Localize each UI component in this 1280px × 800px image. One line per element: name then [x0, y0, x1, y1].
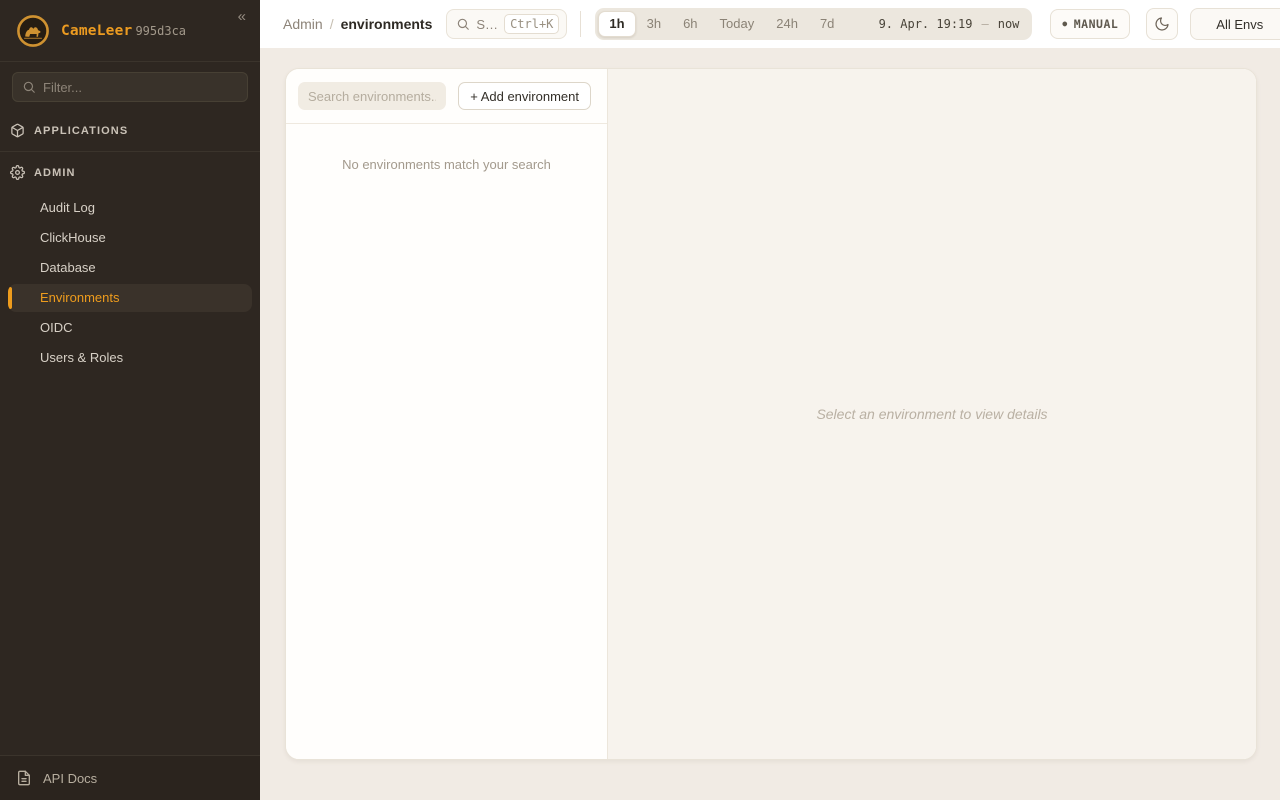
environments-card: + Add environment No environments match …	[285, 68, 1257, 760]
sidebar-item-users-roles[interactable]: Users & Roles	[8, 344, 252, 372]
sidebar-nav: APPLICATIONS ADMIN Audit Log ClickHouse …	[0, 110, 260, 380]
api-docs-link[interactable]: API Docs	[0, 755, 260, 800]
environment-detail-panel: Select an environment to view details	[608, 69, 1256, 759]
sidebar-collapse-icon[interactable]: «	[235, 6, 249, 27]
environments-list-panel: + Add environment No environments match …	[286, 69, 608, 759]
sidebar-item-environments[interactable]: Environments	[8, 284, 252, 312]
breadcrumb-parent[interactable]: Admin	[283, 16, 323, 32]
env-filter-select[interactable]: All Envs ▾	[1190, 8, 1280, 40]
main-content: + Add environment No environments match …	[260, 48, 1280, 800]
gear-icon	[10, 165, 25, 180]
search-icon	[22, 80, 36, 94]
section-header-admin[interactable]: ADMIN	[0, 152, 260, 193]
global-search-button[interactable]: S… Ctrl+K	[446, 9, 567, 39]
env-filter-value: All Envs	[1216, 17, 1263, 32]
moon-icon	[1154, 16, 1170, 32]
search-icon	[456, 17, 470, 31]
manual-label: MANUAL	[1074, 17, 1119, 31]
cameleer-logo-icon[interactable]	[16, 14, 50, 48]
sidebar-item-audit-log[interactable]: Audit Log	[8, 194, 252, 222]
detail-empty-message: Select an environment to view details	[816, 406, 1047, 422]
section-label: APPLICATIONS	[34, 125, 128, 137]
section-header-applications[interactable]: APPLICATIONS	[0, 110, 260, 151]
environments-toolbar: + Add environment	[286, 69, 607, 124]
sidebar-item-oidc[interactable]: OIDC	[8, 314, 252, 342]
time-range-today[interactable]: Today	[709, 11, 766, 37]
status-dot: ●	[1062, 20, 1067, 28]
sidebar-item-database[interactable]: Database	[8, 254, 252, 282]
time-range-control: 1h 3h 6h Today 24h 7d 9. Apr. 19:19 — no…	[595, 8, 1032, 40]
sidebar: CameLeer995d3ca « APPLICATIONS	[0, 0, 260, 800]
sidebar-filter[interactable]	[12, 72, 248, 102]
time-to: now	[998, 17, 1020, 31]
time-range-3h[interactable]: 3h	[636, 11, 672, 37]
time-range-1h[interactable]: 1h	[598, 11, 635, 37]
header-divider	[580, 11, 581, 37]
breadcrumb-separator: /	[330, 16, 334, 32]
admin-nav-items: Audit Log ClickHouse Database Environmen…	[0, 193, 260, 380]
sidebar-header: CameLeer995d3ca «	[0, 0, 260, 62]
app-version: 995d3ca	[135, 24, 186, 38]
cube-icon	[10, 123, 25, 138]
sidebar-item-clickhouse[interactable]: ClickHouse	[8, 224, 252, 252]
environments-empty-message: No environments match your search	[286, 157, 607, 172]
keyboard-shortcut-badge: Ctrl+K	[504, 14, 559, 34]
environments-search-input[interactable]	[298, 82, 446, 110]
dark-mode-toggle[interactable]	[1146, 8, 1178, 40]
document-icon	[16, 770, 32, 786]
app-title: CameLeer	[61, 23, 132, 39]
global-search-text: S…	[476, 17, 498, 32]
app-title-group: CameLeer995d3ca	[61, 22, 186, 40]
sidebar-filter-input[interactable]	[43, 80, 238, 95]
time-range-display[interactable]: 9. Apr. 19:19 — now	[879, 17, 1020, 31]
nav-section-applications: APPLICATIONS	[0, 110, 260, 152]
topbar: Admin / environments S… Ctrl+K 1h 3h 6h …	[260, 0, 1280, 48]
manual-refresh-button[interactable]: ● MANUAL	[1050, 9, 1130, 39]
time-from: 9. Apr. 19:19	[879, 17, 973, 31]
section-label: ADMIN	[34, 167, 76, 179]
api-docs-label: API Docs	[43, 771, 97, 786]
nav-section-admin: ADMIN Audit Log ClickHouse Database Envi…	[0, 152, 260, 380]
time-range-6h[interactable]: 6h	[672, 11, 708, 37]
breadcrumb: Admin / environments	[283, 16, 432, 32]
add-environment-button[interactable]: + Add environment	[458, 82, 591, 110]
time-range-24h[interactable]: 24h	[765, 11, 809, 37]
breadcrumb-current: environments	[341, 16, 433, 32]
time-range-7d[interactable]: 7d	[809, 11, 845, 37]
time-dash: —	[982, 17, 989, 31]
